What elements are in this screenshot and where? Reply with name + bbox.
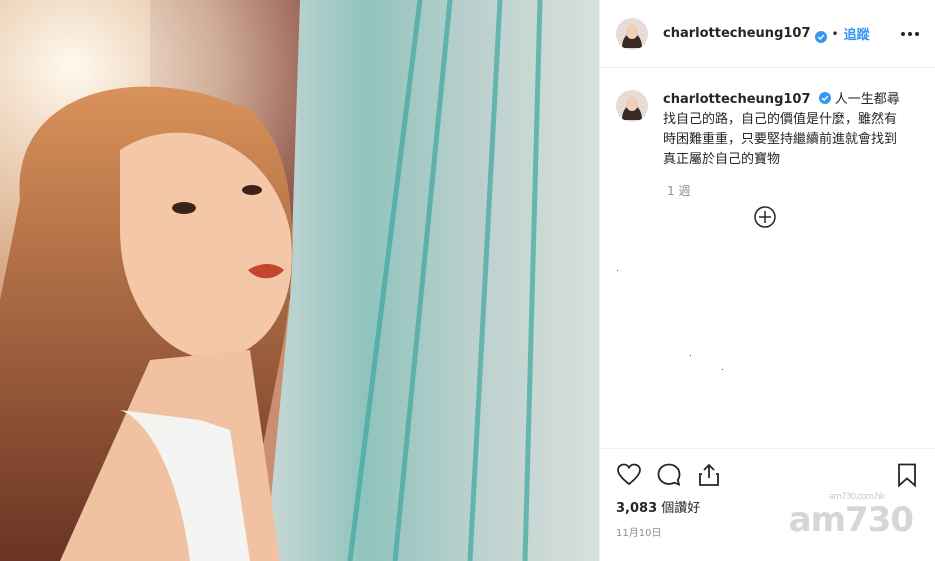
comment-icon[interactable]	[656, 462, 682, 488]
comment-time[interactable]: 1 週	[667, 182, 935, 199]
caption-avatar[interactable]	[616, 90, 648, 122]
watermark-brand: am730	[788, 500, 914, 540]
post-details-panel: charlottecheung107 • 追蹤 charlottecheung1…	[599, 0, 935, 561]
bookmark-icon[interactable]	[894, 462, 920, 488]
watermark-sub: am730.com.hk	[828, 492, 885, 502]
heart-icon[interactable]	[616, 462, 642, 488]
likes-suffix: 個讚好	[657, 501, 701, 516]
am730-watermark: am730.com.hk am730	[788, 492, 914, 540]
caption-verified-badge-icon	[818, 91, 831, 104]
avatar[interactable]	[616, 17, 648, 50]
caption-username[interactable]: charlottecheung107	[663, 92, 811, 107]
caption-text-block: charlottecheung107 人一生都尋找自己的路，自己的價值是什麼，雖…	[663, 90, 903, 170]
share-icon[interactable]	[696, 462, 722, 488]
post-header: charlottecheung107 • 追蹤	[600, 0, 935, 68]
post-photo[interactable]	[0, 0, 599, 561]
separator-dot: •	[831, 26, 839, 41]
speck	[617, 270, 618, 271]
speck	[722, 369, 723, 370]
add-icon[interactable]	[754, 206, 776, 228]
action-icons-row	[600, 449, 935, 489]
likes-number: 3,083	[616, 501, 658, 516]
verified-badge-icon	[814, 28, 827, 43]
username-link[interactable]: charlottecheung107	[663, 26, 811, 41]
speck	[690, 355, 691, 356]
more-options-icon[interactable]	[901, 31, 919, 36]
caption-comment: charlottecheung107 人一生都尋找自己的路，自己的價值是什麼，雖…	[600, 68, 935, 170]
follow-button[interactable]: 追蹤	[844, 24, 870, 43]
